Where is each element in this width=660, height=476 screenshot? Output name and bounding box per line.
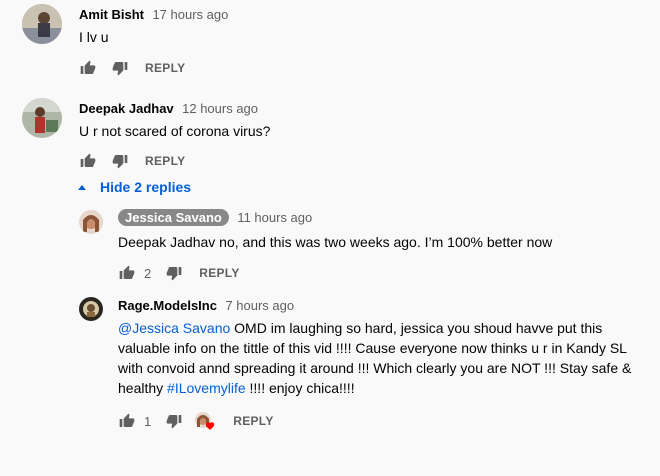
comment-text: U r not scared of corona virus? — [79, 123, 271, 139]
comment-text-part: !!!! enjoy chica!!!! — [245, 380, 355, 396]
dislike-icon[interactable] — [111, 59, 129, 77]
dislike-icon[interactable] — [165, 412, 183, 430]
like-icon[interactable] — [79, 59, 97, 77]
comment-text: @Jessica Savano OMD im laughing so hard,… — [118, 318, 638, 398]
like-icon[interactable] — [79, 152, 97, 170]
reply-button[interactable]: REPLY — [145, 154, 185, 168]
comment-time[interactable]: 11 hours ago — [237, 210, 312, 225]
avatar[interactable] — [22, 98, 62, 138]
hide-replies-label: Hide 2 replies — [100, 179, 192, 195]
like-icon[interactable] — [118, 264, 136, 282]
avatar[interactable] — [79, 297, 103, 321]
like-icon[interactable] — [118, 412, 136, 430]
creator-heart-icon — [195, 412, 215, 430]
comment-text: Deepak Jadhav no, and this was two weeks… — [118, 234, 553, 250]
dislike-icon[interactable] — [111, 152, 129, 170]
comment-author[interactable]: Amit Bisht — [79, 7, 144, 22]
comment-time[interactable]: 7 hours ago — [225, 298, 294, 313]
reply-button[interactable]: REPLY — [145, 61, 185, 75]
comment-time[interactable]: 12 hours ago — [182, 101, 258, 116]
reply-button[interactable]: REPLY — [199, 266, 239, 280]
dislike-icon[interactable] — [165, 264, 183, 282]
comment-author[interactable]: Jessica Savano — [118, 209, 229, 226]
chevron-up-icon — [78, 184, 86, 190]
reply-button[interactable]: REPLY — [233, 414, 273, 428]
comment-author[interactable]: Rage.ModelsInc — [118, 298, 217, 313]
hashtag-link[interactable]: #ILovemylife — [167, 380, 246, 396]
hide-replies-button[interactable]: Hide 2 replies — [78, 179, 191, 195]
like-count: 1 — [144, 413, 152, 429]
comment-text: I lv u — [79, 29, 109, 45]
like-count: 2 — [144, 265, 152, 281]
comment-time[interactable]: 17 hours ago — [152, 7, 228, 22]
comment-author[interactable]: Deepak Jadhav — [79, 101, 174, 116]
avatar[interactable] — [79, 210, 103, 234]
mention-link[interactable]: @Jessica Savano — [118, 320, 230, 336]
avatar[interactable] — [22, 4, 62, 44]
